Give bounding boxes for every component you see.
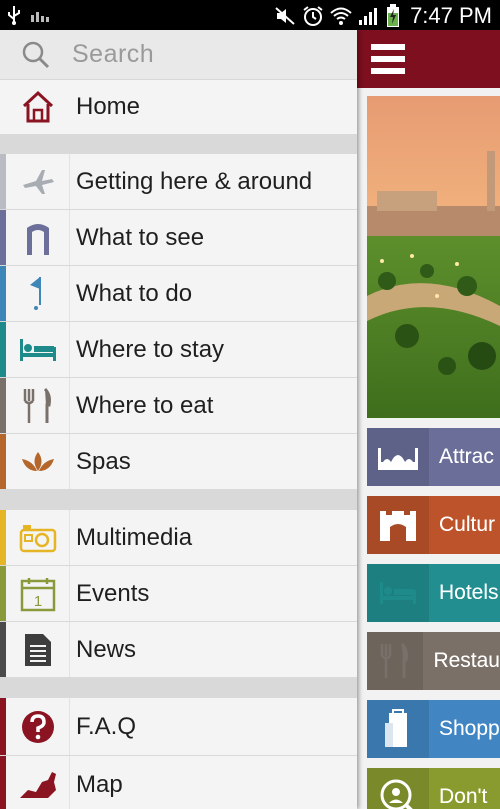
category-tile[interactable]: Shopp	[367, 700, 500, 758]
drawer-item-accent	[0, 698, 6, 755]
category-tile-label: Cultur	[429, 496, 500, 554]
drawer-item-accent	[0, 510, 6, 565]
drawer-item-where-to-eat[interactable]: Where to eat	[0, 378, 357, 434]
golf-flag-icon	[6, 266, 70, 321]
hero-image[interactable]	[367, 96, 500, 418]
arch-icon	[6, 210, 70, 265]
drawer-item-label: Multimedia	[76, 523, 193, 551]
mosque-icon	[367, 428, 429, 486]
app-header	[357, 30, 500, 88]
drawer-item-label: Where to eat	[76, 391, 214, 419]
drawer-item-spas[interactable]: Spas	[0, 434, 357, 490]
usb-icon	[8, 6, 20, 25]
drawer-item-accent	[0, 154, 6, 209]
drawer-item-label: What to see	[76, 223, 205, 251]
drawer-item-what-to-do[interactable]: What to do	[0, 266, 357, 322]
menu-toggle-icon[interactable]	[371, 44, 405, 74]
drawer-item-accent	[0, 378, 6, 433]
alarm-icon	[303, 6, 323, 26]
mute-icon	[275, 7, 295, 25]
house-icon	[6, 80, 70, 134]
category-tile-label: Hotels	[429, 564, 500, 622]
camera-icon	[6, 510, 70, 565]
drawer-item-label: Events	[76, 579, 150, 607]
fork-knife-icon	[6, 378, 70, 433]
drawer-item-label: Getting here & around	[76, 167, 313, 195]
shopping-bag-icon	[367, 700, 429, 758]
drawer-item-f-a-q[interactable]: F.A.Q	[0, 698, 357, 756]
wifi-icon	[330, 7, 352, 25]
lotus-icon	[6, 434, 70, 489]
signal-bars-small-icon	[31, 12, 49, 22]
status-bar: 7:47 PM	[0, 0, 500, 30]
drawer-item-label: Spas	[76, 447, 131, 475]
drawer-item-accent	[0, 322, 6, 377]
category-tile-label: Attrac	[429, 428, 500, 486]
drawer-item-accent	[0, 566, 6, 621]
drawer-item-accent	[0, 210, 6, 265]
bed-icon	[6, 322, 70, 377]
drawer-divider	[0, 134, 357, 154]
drawer-item-what-to-see[interactable]: What to see	[0, 210, 357, 266]
magnifier-icon	[367, 768, 429, 809]
fort-icon	[367, 496, 429, 554]
drawer-item-where-to-stay[interactable]: Where to stay	[0, 322, 357, 378]
category-tile[interactable]: Restau	[367, 632, 500, 690]
drawer-item-accent	[0, 756, 6, 809]
drawer-item-label: F.A.Q	[76, 712, 137, 740]
drawer-item-label: Home	[76, 93, 141, 120]
category-tile[interactable]: Attrac	[367, 428, 500, 486]
drawer-item-news[interactable]: News	[0, 622, 357, 678]
category-tiles: Attrac Cultur Hotels Restau Shopp Don't	[367, 428, 500, 809]
airplane-icon	[6, 154, 70, 209]
drawer-item-accent	[0, 266, 6, 321]
search-icon	[0, 40, 72, 70]
drawer-item-multimedia[interactable]: Multimedia	[0, 510, 357, 566]
svg-text:1: 1	[33, 593, 41, 610]
drawer-item-label: Where to stay	[76, 335, 225, 363]
drawer-divider	[0, 678, 357, 698]
drawer-item-map[interactable]: Map	[0, 756, 357, 809]
category-tile[interactable]: Hotels	[367, 564, 500, 622]
drawer-item-label: News	[76, 635, 137, 663]
newspaper-icon	[6, 622, 70, 677]
category-tile-label: Restau	[423, 632, 500, 690]
drawer-divider	[0, 490, 357, 510]
calendar-icon: 1	[6, 566, 70, 621]
category-tile-label: Don't	[429, 768, 500, 809]
fork-knife-icon	[367, 632, 424, 690]
map-icon	[6, 756, 70, 809]
drawer-item-accent	[0, 434, 6, 489]
app-main-panel: Attrac Cultur Hotels Restau Shopp Don't	[357, 30, 500, 809]
drawer-item-home[interactable]: Home	[0, 80, 357, 134]
battery-charging-icon	[387, 4, 400, 27]
drawer-item-accent	[0, 622, 6, 677]
search-input[interactable]: Search	[72, 40, 154, 69]
drawer-item-label: What to do	[76, 279, 193, 307]
search-bar[interactable]: Search	[0, 30, 357, 80]
drawer-item-label: Map	[76, 770, 123, 798]
question-icon	[6, 698, 70, 755]
status-clock: 7:47 PM	[410, 3, 492, 28]
bed-icon	[367, 564, 429, 622]
drawer-item-events[interactable]: 1 Events	[0, 566, 357, 622]
drawer-item-getting-here-around[interactable]: Getting here & around	[0, 154, 357, 210]
cell-signal-icon	[359, 8, 378, 25]
category-tile[interactable]: Cultur	[367, 496, 500, 554]
category-tile[interactable]: Don't	[367, 768, 500, 809]
category-tile-label: Shopp	[429, 700, 500, 758]
navigation-drawer: Search Home Getting here & around What to…	[0, 30, 357, 809]
